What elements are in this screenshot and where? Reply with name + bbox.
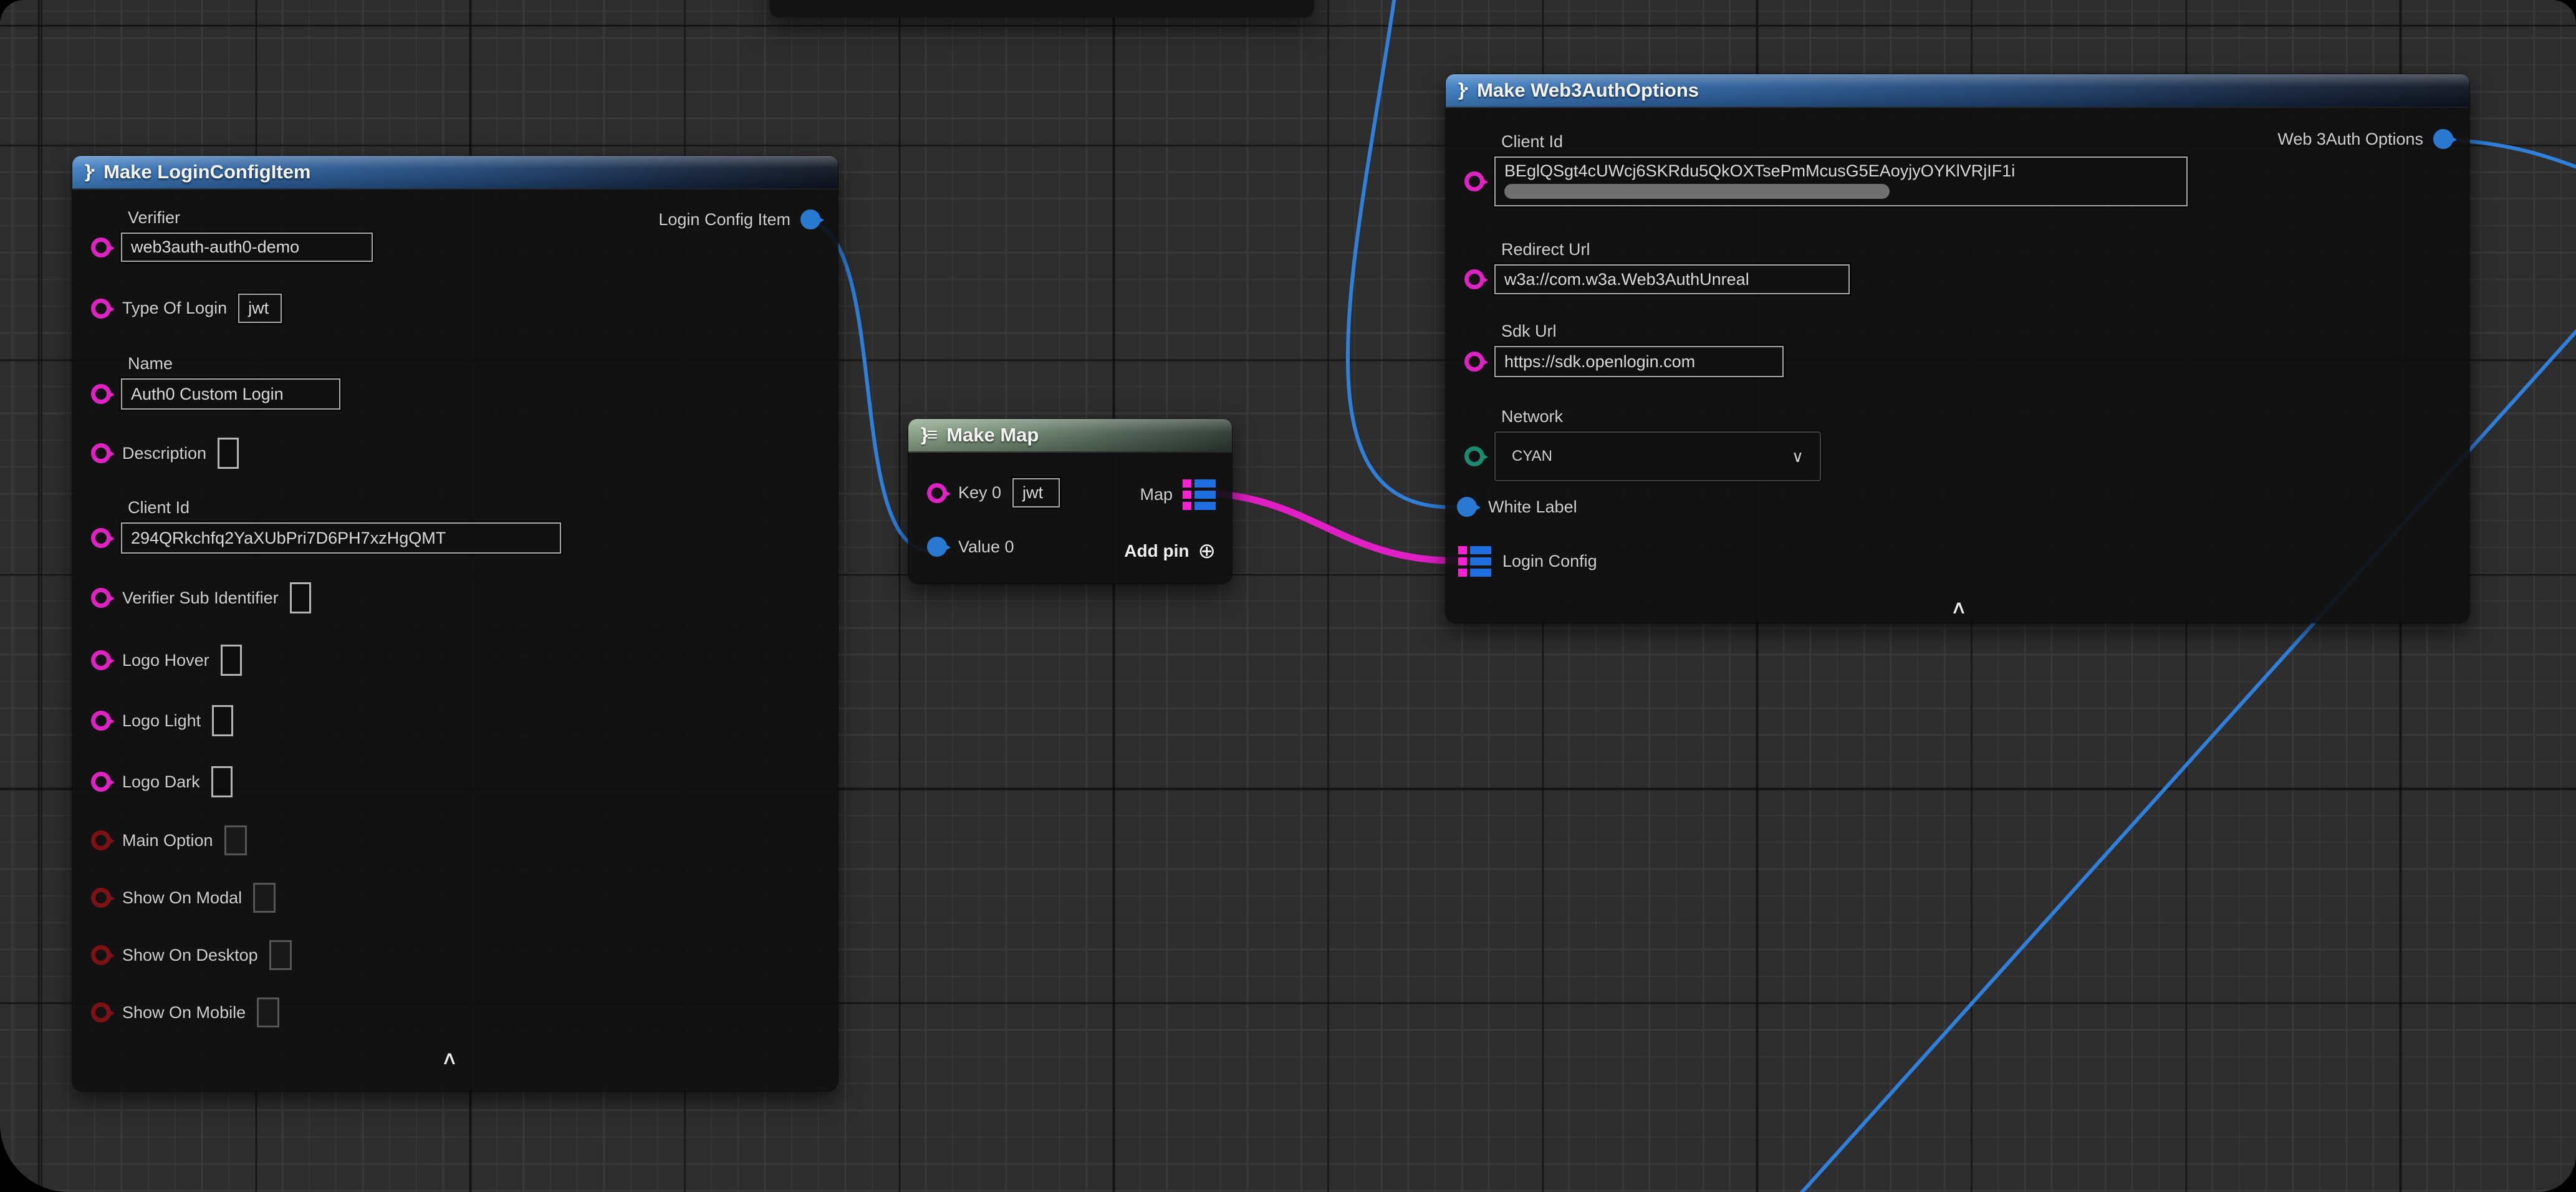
redirect-url-pin[interactable] [1464, 269, 1484, 289]
client-id-pin[interactable] [91, 528, 111, 548]
collapse-chevron-icon[interactable]: ∧ [1950, 597, 1967, 618]
show-on-modal-pin[interactable] [91, 888, 111, 908]
make-struct-icon: }▪ [1458, 80, 1467, 101]
pin-row-client-id: Client Id BEglQSgt4cUWcj6SKRdu5QkOXTsePm… [1464, 132, 2188, 206]
pin-row-redirect-url: Redirect Url w3a://com.w3a.Web3AuthUnrea… [1464, 240, 1850, 294]
pin-row-verifier: Verifier web3auth-auth0-demo [91, 208, 373, 262]
logo-dark-pin[interactable] [91, 772, 111, 792]
sdk-url-pin[interactable] [1464, 352, 1484, 372]
show-on-modal-checkbox[interactable] [253, 883, 276, 913]
pin-row-network: Network CYAN ∨ [1464, 407, 1821, 481]
pin-row-logo-hover: Logo Hover [91, 645, 242, 676]
verifier-sub-identifier-pin[interactable] [91, 588, 111, 608]
node-make-loginconfigitem[interactable]: }▪ Make LoginConfigItem Login Config Ite… [72, 156, 838, 1091]
pin-row-main-option: Main Option [91, 825, 247, 855]
show-on-mobile-pin[interactable] [91, 1002, 111, 1022]
node-header[interactable]: }≡ Make Map [908, 419, 1232, 453]
blueprint-canvas[interactable]: }▪ Make LoginConfigItem Login Config Ite… [0, 0, 2576, 1192]
description-pin[interactable] [91, 443, 111, 463]
login-config-item-output-pin[interactable] [800, 209, 820, 229]
name-input[interactable]: Auth0 Custom Login [121, 378, 340, 410]
redirect-url-input[interactable]: w3a://com.w3a.Web3AuthUnreal [1494, 264, 1850, 294]
wire-map-to-loginconfig[interactable] [1208, 493, 1466, 560]
pin-row-show-on-modal: Show On Modal [91, 883, 276, 913]
pin-row-show-on-mobile: Show On Mobile [91, 997, 279, 1027]
logo-dark-input[interactable] [211, 766, 233, 797]
verifier-sub-identifier-input[interactable] [290, 582, 311, 613]
node-header[interactable]: }▪ Make Web3AuthOptions [1446, 74, 2469, 108]
type-of-login-input[interactable]: jwt [238, 294, 282, 323]
main-option-checkbox[interactable] [224, 825, 247, 855]
pin-row-logo-dark: Logo Dark [91, 766, 233, 797]
collapse-chevron-icon[interactable]: ∧ [441, 1047, 458, 1069]
logo-light-pin[interactable] [91, 711, 111, 731]
verifier-pin[interactable] [91, 238, 111, 257]
pin-row-show-on-desktop: Show On Desktop [91, 940, 292, 970]
key0-input[interactable]: jwt [1012, 478, 1060, 507]
verifier-input[interactable]: web3auth-auth0-demo [121, 233, 373, 262]
output-login-config-item[interactable]: Login Config Item [658, 209, 820, 229]
pin-row-white-label: White Label [1457, 497, 1577, 517]
pin-row-name: Name Auth0 Custom Login [91, 354, 340, 410]
node-header[interactable]: }▪ Make LoginConfigItem [72, 156, 838, 190]
type-of-login-pin[interactable] [91, 299, 111, 319]
login-config-pin[interactable] [1458, 546, 1491, 577]
dropdown-chevron-icon: ∨ [1792, 447, 1804, 466]
output-web3auth-options[interactable]: Web 3Auth Options [2277, 129, 2453, 149]
show-on-desktop-checkbox[interactable] [269, 940, 292, 970]
client-id-input[interactable]: BEglQSgt4cUWcj6SKRdu5QkOXTsePmMcusG5EAoy… [1494, 156, 2188, 206]
pin-row-type-of-login: Type Of Login jwt [91, 294, 282, 323]
add-pin-row[interactable]: Add pin ⊕ [1124, 539, 1216, 564]
add-pin-icon[interactable]: ⊕ [1198, 539, 1216, 564]
logo-hover-pin[interactable] [91, 650, 111, 670]
pin-row-verifier-sub-identifier: Verifier Sub Identifier [91, 582, 311, 613]
network-pin[interactable] [1464, 446, 1484, 466]
pin-row-value0: Value 0 [927, 537, 1014, 557]
white-label-pin[interactable] [1457, 497, 1477, 517]
node-title: Make Web3AuthOptions [1477, 79, 1699, 102]
map-output-pin[interactable] [1183, 479, 1216, 510]
network-dropdown[interactable]: CYAN ∨ [1494, 431, 1821, 481]
node-title: Make LoginConfigItem [103, 161, 310, 183]
offscreen-node-fragment[interactable] [769, 0, 1314, 17]
pin-row-sdk-url: Sdk Url https://sdk.openlogin.com [1464, 322, 1784, 377]
web3auth-options-output-pin[interactable] [2433, 129, 2453, 149]
pin-row-login-config: Login Config [1458, 546, 1597, 577]
description-input[interactable] [218, 438, 239, 469]
pin-row-description: Description [91, 438, 239, 469]
client-id-scrollbar[interactable] [1504, 184, 1890, 199]
add-pin-label[interactable]: Add pin [1124, 541, 1189, 561]
value0-pin[interactable] [927, 537, 947, 557]
client-id-input[interactable]: 294QRkchfq2YaXUbPri7D6PH7xzHgQMT [121, 522, 561, 554]
pin-row-client-id: Client Id 294QRkchfq2YaXUbPri7D6PH7xzHgQ… [91, 498, 561, 554]
key0-pin[interactable] [927, 483, 947, 503]
logo-hover-input[interactable] [221, 645, 242, 676]
make-struct-icon: }▪ [85, 161, 94, 183]
node-make-map[interactable]: }≡ Make Map Key 0 jwt Map Value 0 Add pi… [908, 419, 1232, 584]
pin-row-logo-light: Logo Light [91, 705, 233, 736]
show-on-mobile-checkbox[interactable] [257, 997, 279, 1027]
node-title: Make Map [946, 424, 1039, 446]
logo-light-input[interactable] [212, 705, 233, 736]
node-make-web3authoptions[interactable]: }▪ Make Web3AuthOptions Web 3Auth Option… [1446, 74, 2469, 623]
show-on-desktop-pin[interactable] [91, 945, 111, 965]
make-map-icon: }≡ [921, 425, 936, 446]
output-map[interactable]: Map [1140, 479, 1216, 510]
sdk-url-input[interactable]: https://sdk.openlogin.com [1494, 346, 1784, 377]
name-pin[interactable] [91, 384, 111, 404]
main-option-pin[interactable] [91, 830, 111, 850]
pin-row-key0: Key 0 jwt [927, 478, 1060, 507]
client-id-pin[interactable] [1464, 171, 1484, 191]
